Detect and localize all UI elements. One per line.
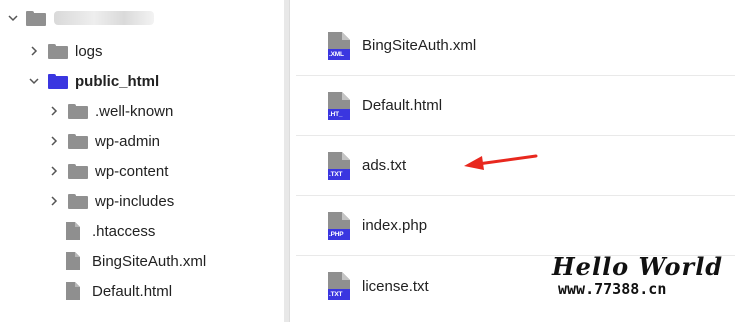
chevron-down-icon[interactable] — [27, 74, 41, 88]
xml-file-icon: .XML — [328, 31, 350, 60]
red-arrow-annotation — [464, 154, 538, 170]
folder-icon — [68, 133, 88, 149]
tree-item-label: BingSiteAuth.xml — [92, 252, 207, 270]
watermark-url: www.77388.cn — [558, 280, 667, 298]
file-name: index.php — [362, 217, 428, 234]
tree-item-htaccess[interactable]: .htaccess — [66, 216, 155, 246]
file-row-default-html[interactable]: .HT_ Default.html — [296, 76, 735, 136]
folder-icon — [68, 103, 88, 119]
folder-icon — [26, 10, 46, 26]
txt-file-icon: .TXT — [328, 272, 350, 300]
tree-item-label: wp-includes — [95, 192, 175, 210]
tree-item-well-known[interactable]: .well-known — [47, 96, 173, 126]
folder-icon — [68, 193, 88, 209]
tree-root[interactable] — [6, 3, 154, 33]
tree-item-wp-content[interactable]: wp-content — [47, 156, 168, 186]
txt-file-icon: .TXT — [328, 151, 350, 180]
tree-item-label: wp-admin — [95, 132, 161, 150]
root-folder-name — [54, 11, 154, 25]
chevron-down-icon[interactable] — [6, 11, 20, 25]
file-row-index-php[interactable]: .PHP index.php — [296, 196, 735, 256]
tree-item-default-html[interactable]: Default.html — [66, 276, 172, 306]
tree-item-wp-includes[interactable]: wp-includes — [47, 186, 174, 216]
file-name: license.txt — [362, 277, 429, 295]
chevron-right-icon[interactable] — [27, 44, 41, 58]
tree-item-label: wp-content — [95, 162, 169, 180]
php-file-icon: .PHP — [328, 211, 350, 240]
chevron-right-icon[interactable] — [47, 164, 61, 178]
tree-item-logs[interactable]: logs — [27, 36, 103, 66]
file-name: BingSiteAuth.xml — [362, 37, 477, 54]
tree-item-label: .htaccess — [92, 222, 156, 240]
file-row-bingsiteauth[interactable]: .XML BingSiteAuth.xml — [296, 16, 735, 76]
folder-icon — [48, 43, 68, 59]
tree-item-label: .well-known — [95, 102, 174, 120]
html-file-icon: .HT_ — [328, 91, 350, 120]
tree-item-bingsiteauth[interactable]: BingSiteAuth.xml — [66, 246, 206, 276]
watermark: Hello World www.77388.cn — [552, 252, 732, 299]
file-name: ads.txt — [362, 157, 407, 174]
tree-item-label: public_html — [75, 72, 160, 90]
chevron-right-icon[interactable] — [47, 194, 61, 208]
folder-icon — [68, 163, 88, 179]
chevron-right-icon[interactable] — [47, 104, 61, 118]
file-icon — [66, 222, 80, 240]
tree-item-wp-admin[interactable]: wp-admin — [47, 126, 160, 156]
folder-icon — [48, 73, 68, 89]
file-icon — [66, 252, 80, 270]
tree-item-public-html[interactable]: public_html — [27, 66, 159, 96]
file-icon — [66, 282, 80, 300]
tree-item-label: Default.html — [92, 282, 173, 300]
file-tree: logs public_html .well-known wp-admin wp… — [0, 0, 284, 322]
chevron-right-icon[interactable] — [47, 134, 61, 148]
watermark-title: Hello World — [552, 252, 724, 281]
file-name: Default.html — [362, 97, 443, 114]
panel-splitter[interactable] — [284, 0, 290, 322]
tree-item-label: logs — [75, 42, 103, 60]
